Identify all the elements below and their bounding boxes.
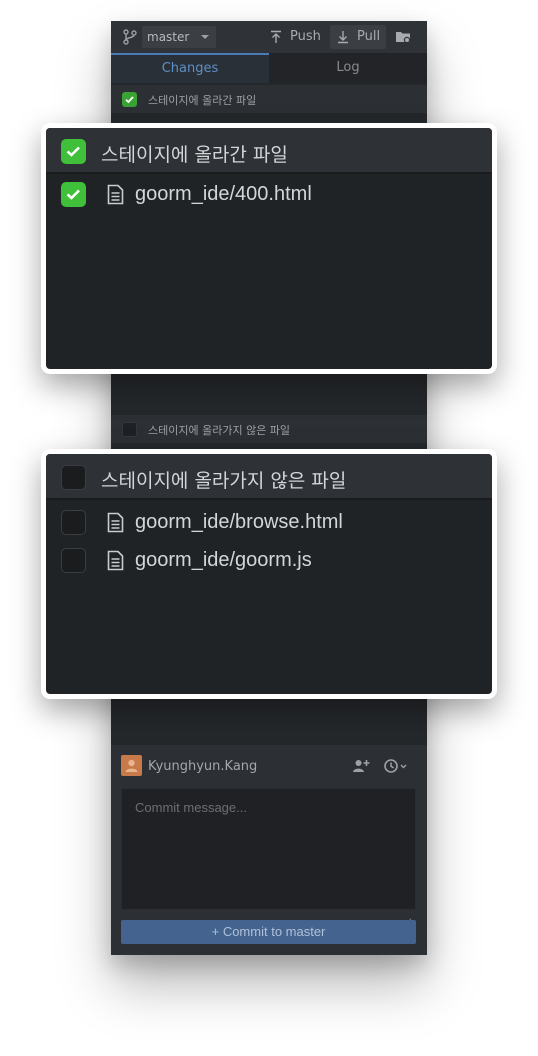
file-row[interactable]: goorm_ide/400.html <box>46 178 492 212</box>
unstaged-select-all-checkbox[interactable] <box>122 422 137 437</box>
file-icon <box>107 184 124 205</box>
unstaged-header-checkbox[interactable] <box>61 465 86 490</box>
file-checkbox[interactable] <box>61 510 86 535</box>
push-icon <box>271 30 281 43</box>
file-checkbox[interactable] <box>61 548 86 573</box>
file-name: goorm_ide/goorm.js <box>135 549 312 571</box>
chevron-down-icon <box>201 35 209 39</box>
unstaged-section-label: 스테이지에 올라가지 않은 파일 <box>148 424 291 437</box>
check-icon <box>125 96 134 104</box>
add-person-icon[interactable] <box>352 758 370 774</box>
file-row[interactable]: goorm_ide/browse.html <box>46 506 492 540</box>
pull-label: Pull <box>357 29 381 44</box>
unstaged-header: 스테이지에 올라가지 않은 파일 <box>46 454 492 500</box>
file-icon <box>107 550 124 571</box>
git-toolbar: master Push Pull <box>111 21 427 53</box>
commit-button-label: Commit to master <box>222 924 326 939</box>
commit-area: Kyunghyun.Kang + Commit to master <box>111 745 427 955</box>
tab-bar: Changes Log <box>111 53 427 83</box>
history-icon[interactable] <box>383 758 409 774</box>
staged-files-zoom: 스테이지에 올라간 파일 goorm_ide/400.html <box>41 123 497 374</box>
branch-icon <box>123 29 137 45</box>
user-avatar-icon <box>125 759 138 772</box>
unstaged-section-header: 스테이지에 올라가지 않은 파일 <box>111 415 427 443</box>
file-icon <box>107 512 124 533</box>
staged-header-label: 스테이지에 올라간 파일 <box>101 144 288 166</box>
plus-icon: + <box>211 924 220 939</box>
file-checkbox[interactable] <box>61 182 86 207</box>
pull-button[interactable]: Pull <box>330 25 386 49</box>
staged-header: 스테이지에 올라간 파일 <box>46 128 492 174</box>
avatar <box>121 755 142 776</box>
tab-log[interactable]: Log <box>269 53 427 83</box>
branch-dropdown[interactable]: master <box>142 26 216 48</box>
commit-author: Kyunghyun.Kang <box>148 759 258 774</box>
tab-changes[interactable]: Changes <box>111 53 269 83</box>
unstaged-files-zoom: 스테이지에 올라가지 않은 파일 goorm_ide/browse.html g… <box>41 449 497 699</box>
file-name: goorm_ide/400.html <box>135 183 312 205</box>
commit-message-input[interactable] <box>121 788 416 910</box>
push-label: Push <box>290 29 321 44</box>
check-icon <box>66 189 80 200</box>
unstaged-header-label: 스테이지에 올라가지 않은 파일 <box>101 470 347 492</box>
check-icon <box>66 146 80 157</box>
file-row[interactable]: goorm_ide/goorm.js <box>46 544 492 578</box>
staged-select-all-checkbox[interactable] <box>122 92 137 107</box>
push-button[interactable]: Push <box>263 25 323 49</box>
staged-header-checkbox[interactable] <box>61 139 86 164</box>
commit-button[interactable]: + Commit to master <box>121 920 416 944</box>
folder-settings-icon[interactable] <box>393 27 413 47</box>
pull-icon <box>338 31 348 44</box>
file-name: goorm_ide/browse.html <box>135 511 343 533</box>
staged-section-label: 스테이지에 올라간 파일 <box>148 94 257 107</box>
staged-section-header: 스테이지에 올라간 파일 <box>111 85 427 113</box>
branch-name: master <box>147 30 190 44</box>
